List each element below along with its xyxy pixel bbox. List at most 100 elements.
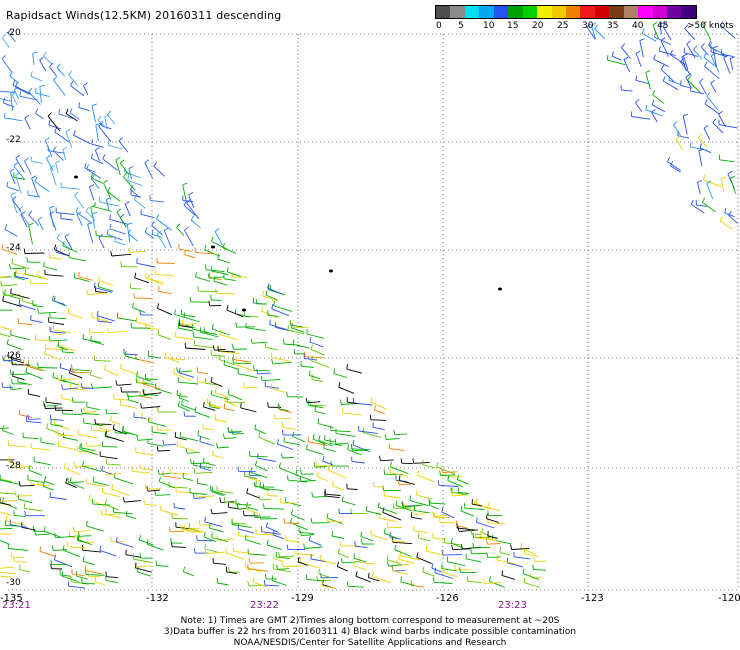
- wind-barb-flag: [157, 407, 159, 413]
- wind-barb-flag: [24, 114, 30, 119]
- wind-barb: [90, 374, 102, 380]
- wind-barb: [0, 326, 13, 331]
- wind-barb-flag: [265, 522, 269, 528]
- wind-barb-flag: [350, 443, 353, 449]
- wind-barb: [337, 566, 348, 572]
- wind-barb: [304, 357, 318, 361]
- wind-barb: [262, 378, 281, 382]
- wind-barb: [23, 437, 39, 440]
- wind-barb: [55, 162, 59, 173]
- wind-barb: [260, 518, 277, 520]
- wind-barb-flag: [523, 577, 526, 583]
- wind-barb-flag: [82, 460, 84, 466]
- wind-barb: [0, 575, 12, 578]
- wind-barb: [211, 394, 230, 400]
- wind-barb-flag: [10, 552, 13, 558]
- wind-barb: [499, 551, 511, 556]
- wind-barb: [341, 403, 356, 405]
- wind-barb-flag: [305, 397, 308, 403]
- wind-barb-flag: [370, 529, 372, 535]
- wind-barb: [359, 561, 376, 565]
- wind-barb-flag: [422, 567, 425, 573]
- wind-barb-flag: [153, 161, 158, 167]
- wind-barb: [67, 312, 83, 319]
- wind-barb: [261, 310, 278, 319]
- wind-barb-flag: [299, 557, 302, 563]
- wind-barb: [256, 533, 274, 536]
- wind-barb-flag: [107, 140, 110, 146]
- wind-barb: [273, 558, 284, 562]
- wind-barb: [38, 311, 57, 314]
- wind-barb: [197, 495, 215, 498]
- wind-barb-flag: [730, 175, 736, 179]
- colorbar-label: 40: [632, 21, 644, 31]
- wind-barb-flag: [317, 418, 320, 424]
- wind-barb: [700, 46, 709, 56]
- wind-barb-flag: [110, 251, 113, 257]
- wind-barb-flag: [721, 176, 727, 179]
- wind-barb-flag: [156, 257, 158, 264]
- wind-barb: [255, 465, 268, 472]
- wind-barb-flag: [719, 216, 723, 222]
- wind-barb: [199, 441, 214, 446]
- wind-barb-flag: [104, 499, 107, 505]
- wind-barb-flag: [127, 175, 130, 181]
- wind-barb: [297, 561, 308, 566]
- wind-barb-flag: [300, 469, 302, 475]
- wind-barb-flag: [97, 115, 102, 121]
- wind-barb-flag: [10, 192, 16, 196]
- wind-barb-flag: [487, 510, 489, 516]
- wind-barb: [267, 287, 283, 295]
- wind-barb-flag: [319, 554, 322, 560]
- wind-barb: [245, 539, 261, 545]
- wind-barb-flag: [244, 561, 247, 567]
- wind-barb: [712, 122, 724, 134]
- wind-barb-flag: [114, 427, 116, 433]
- wind-barb-flag: [369, 414, 372, 420]
- wind-barb: [12, 375, 25, 381]
- wind-barb: [401, 462, 414, 465]
- wind-barb: [30, 282, 49, 285]
- wind-barb: [52, 300, 65, 305]
- wind-barb-flag: [219, 497, 222, 503]
- wind-barb-flag: [392, 503, 395, 509]
- wind-barb: [182, 477, 193, 482]
- wind-barb-flag: [333, 368, 336, 374]
- wind-barb-flag: [283, 517, 285, 523]
- wind-barb-flag: [727, 171, 733, 175]
- wind-barb: [0, 539, 10, 545]
- wind-barb-flag: [220, 329, 222, 335]
- wind-barb-flag: [136, 371, 138, 377]
- wind-barb-flag: [61, 384, 64, 390]
- wind-barb: [292, 436, 306, 443]
- wind-barb-flag: [87, 221, 93, 225]
- wind-barb: [380, 459, 394, 462]
- wind-barb-flag: [243, 382, 245, 388]
- wind-barb: [144, 503, 157, 506]
- wind-barb: [68, 257, 87, 262]
- wind-barb: [78, 106, 90, 112]
- wind-barb: [0, 479, 20, 485]
- wind-barb: [273, 534, 285, 540]
- wind-barb: [130, 287, 142, 290]
- wind-barb: [213, 562, 227, 565]
- wind-barb-flag: [182, 182, 188, 186]
- wind-barb-flag: [412, 458, 415, 464]
- wind-barb: [460, 510, 474, 517]
- wind-barb: [176, 227, 185, 237]
- wind-barb-flag: [75, 570, 78, 577]
- wind-barb: [429, 502, 446, 505]
- wind-barb-flag: [266, 540, 269, 546]
- latitude-tick-label: -22: [6, 135, 21, 145]
- latitude-tick-label: -30: [6, 578, 21, 588]
- wind-barb: [132, 307, 146, 313]
- wind-barb: [11, 94, 18, 105]
- wind-speed-colorbar: [435, 5, 697, 19]
- wind-barb-flag: [460, 544, 463, 550]
- wind-barb-flag: [264, 342, 267, 348]
- wind-barb: [703, 128, 711, 140]
- wind-barb: [317, 423, 334, 429]
- wind-barb: [139, 539, 154, 546]
- wind-barb: [438, 484, 459, 487]
- wind-barb-flag: [18, 299, 21, 305]
